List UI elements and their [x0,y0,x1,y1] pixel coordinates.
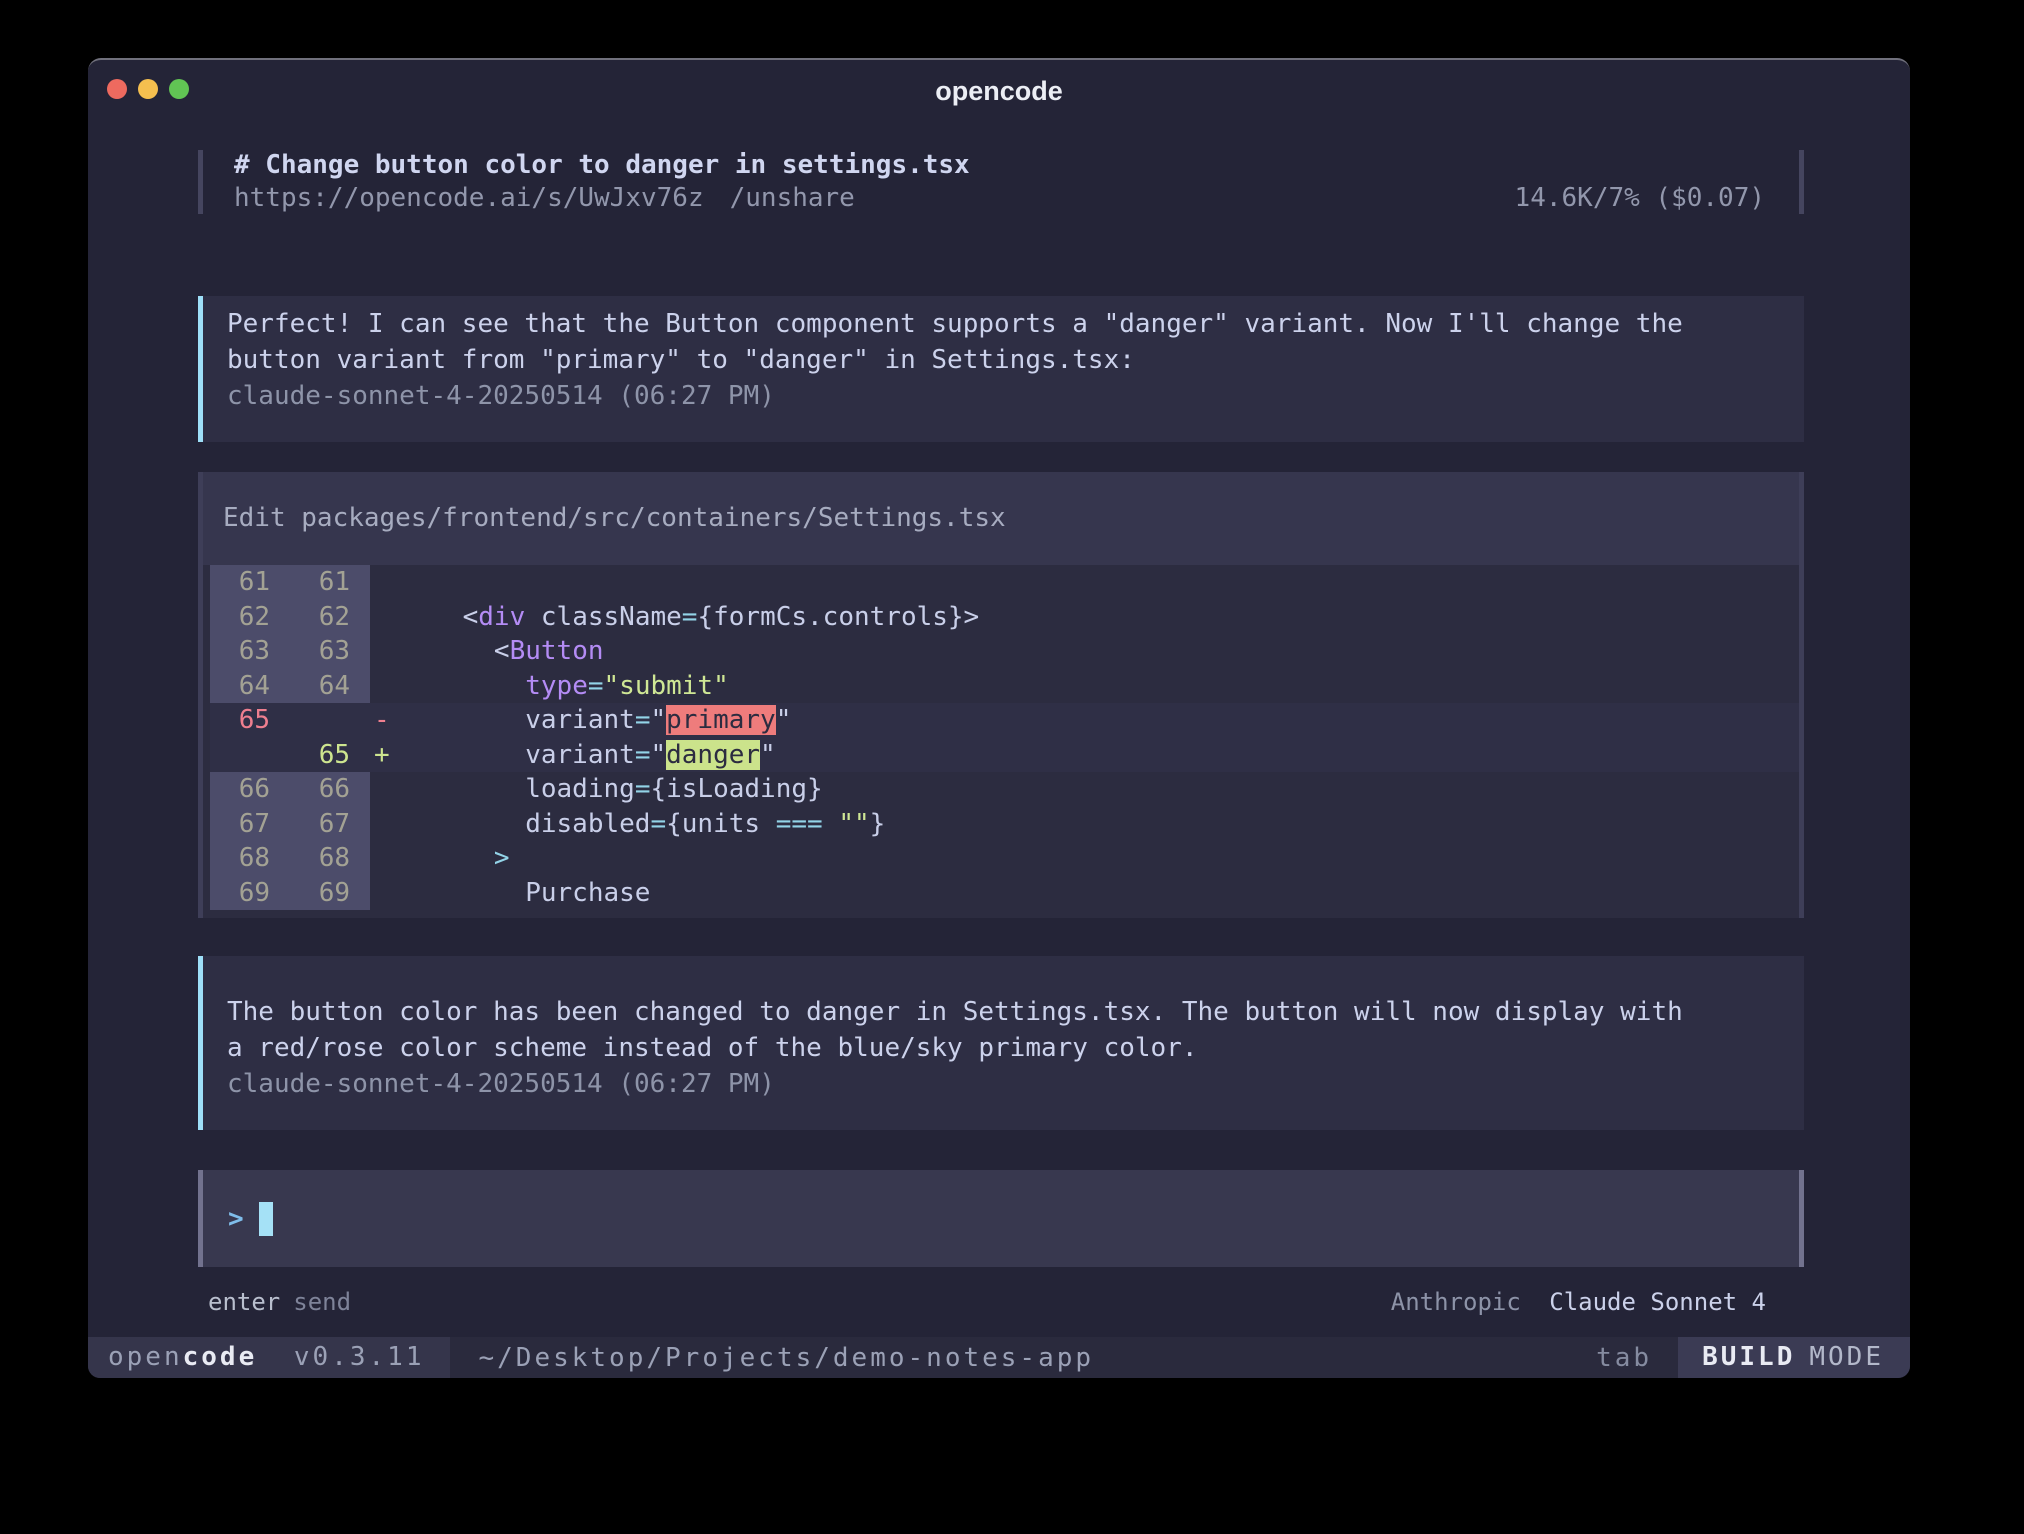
message-text-line: Perfect! I can see that the Button compo… [227,306,1804,342]
old-line-number: 65 [210,703,290,738]
provider-label: Anthropic [1391,1288,1521,1316]
diff-row: 6262 <div className={formCs.controls}> [210,600,1799,635]
new-line-number: 68 [290,841,370,876]
model-timestamp: claude-sonnet-4-20250514 (06:27 PM) [227,378,1804,414]
message-text: Perfect! I can see that the Button compo… [227,306,1804,378]
diff-sign [370,772,400,807]
diff-code-line: variant="danger" [400,738,776,773]
diff-body: 61616262 <div className={formCs.controls… [203,565,1799,910]
window-title: opencode [88,60,1910,122]
app-name-code: code [183,1342,258,1372]
diff-sign [370,565,400,600]
new-line-number: 64 [290,669,370,704]
message-text-line: The button color has been changed to dan… [227,994,1804,1030]
old-line-number: 69 [210,876,290,911]
diff-sign [370,600,400,635]
new-line-number [290,703,370,738]
model-timestamp: claude-sonnet-4-20250514 (06:27 PM) [227,1066,1804,1102]
main-content: # Change button color to danger in setti… [88,120,1910,1337]
diff-code-line: <div className={formCs.controls}> [400,600,979,635]
old-line-number: 68 [210,841,290,876]
old-line-number: 64 [210,669,290,704]
new-line-number: 66 [290,772,370,807]
diff-row: 6464 type="submit" [210,669,1799,704]
mode-word: MODE [1809,1342,1884,1372]
old-line-number: 66 [210,772,290,807]
session-header: # Change button color to danger in setti… [198,150,1804,214]
diff-row: 6161 [210,565,1799,600]
assistant-message: Perfect! I can see that the Button compo… [198,296,1804,442]
prompt-input[interactable]: > [198,1170,1804,1267]
diff-code-line: disabled={units === ""} [400,807,885,842]
new-line-number: 63 [290,634,370,669]
old-line-number: 67 [210,807,290,842]
new-line-number: 65 [290,738,370,773]
diff-sign [370,669,400,704]
diff-row: 6363 <Button [210,634,1799,669]
hint-row: enter send Anthropic Claude Sonnet 4 [198,1287,1804,1317]
text-cursor [259,1202,273,1236]
working-directory: ~/Desktop/Projects/demo-notes-app [478,1343,1094,1373]
message-text-line: button variant from "primary" to "danger… [227,342,1804,378]
session-title: # Change button color to danger in setti… [234,149,1799,182]
old-line-number: 63 [210,634,290,669]
diff-code-line: <Button [400,634,604,669]
tab-key-hint: tab [1596,1343,1652,1373]
edit-tool-title: Edit packages/frontend/src/containers/Se… [203,472,1799,565]
app-name-open: open [108,1342,183,1372]
diff-row: 6969 Purchase [210,876,1799,911]
app-version-badge: opencode v0.3.11 [88,1337,450,1378]
app-version: v0.3.11 [294,1342,425,1372]
diff-sign [370,807,400,842]
old-line-number: 62 [210,600,290,635]
diff-row: 6666 loading={isLoading} [210,772,1799,807]
send-action-hint: send [293,1287,351,1317]
mode-name: BUILD [1702,1342,1795,1372]
model-indicator: Anthropic Claude Sonnet 4 [1391,1287,1766,1317]
diff-row: 6767 disabled={units === ""} [210,807,1799,842]
prompt-chevron-icon: > [228,1204,244,1234]
new-line-number: 61 [290,565,370,600]
old-line-number [210,738,290,773]
edit-tool-block: Edit packages/frontend/src/containers/Se… [198,472,1804,918]
unshare-command[interactable]: /unshare [730,182,855,215]
old-line-number: 61 [210,565,290,600]
diff-code-line: Purchase [400,876,650,911]
zoom-button[interactable] [169,79,189,99]
new-line-number: 67 [290,807,370,842]
message-text-line: a red/rose color scheme instead of the b… [227,1030,1804,1066]
diff-code-line: > [400,841,510,876]
diff-code-line: variant="primary" [400,703,791,738]
new-line-number: 62 [290,600,370,635]
close-button[interactable] [107,79,127,99]
diff-sign: - [370,703,400,738]
diff-row: 65 - variant="primary" [210,703,1799,738]
session-subrow: https://opencode.ai/s/UwJxv76z /unshare … [234,182,1799,215]
diff-code-line: loading={isLoading} [400,772,823,807]
diff-sign [370,634,400,669]
mode-badge[interactable]: BUILD MODE [1678,1337,1910,1378]
new-line-number: 69 [290,876,370,911]
traffic-lights [107,79,189,99]
model-label: Claude Sonnet 4 [1549,1288,1766,1316]
diff-code-line: type="submit" [400,669,729,704]
status-bar: opencode v0.3.11 ~/Desktop/Projects/demo… [88,1337,1910,1378]
enter-key-hint: enter [208,1287,280,1317]
diff-row: 6868 > [210,841,1799,876]
opencode-window: opencode # Change button color to danger… [88,58,1910,1378]
assistant-message: The button color has been changed to dan… [198,956,1804,1130]
diff-sign [370,841,400,876]
share-url[interactable]: https://opencode.ai/s/UwJxv76z [234,182,704,215]
status-bar-right: tab BUILD MODE [1596,1337,1910,1378]
diff-sign: + [370,738,400,773]
diff-row: 65+ variant="danger" [210,738,1799,773]
minimize-button[interactable] [138,79,158,99]
diff-sign [370,876,400,911]
token-usage-stats: 14.6K/7% ($0.07) [1515,182,1765,215]
message-text: The button color has been changed to dan… [227,994,1804,1066]
window-titlebar: opencode [88,60,1910,120]
